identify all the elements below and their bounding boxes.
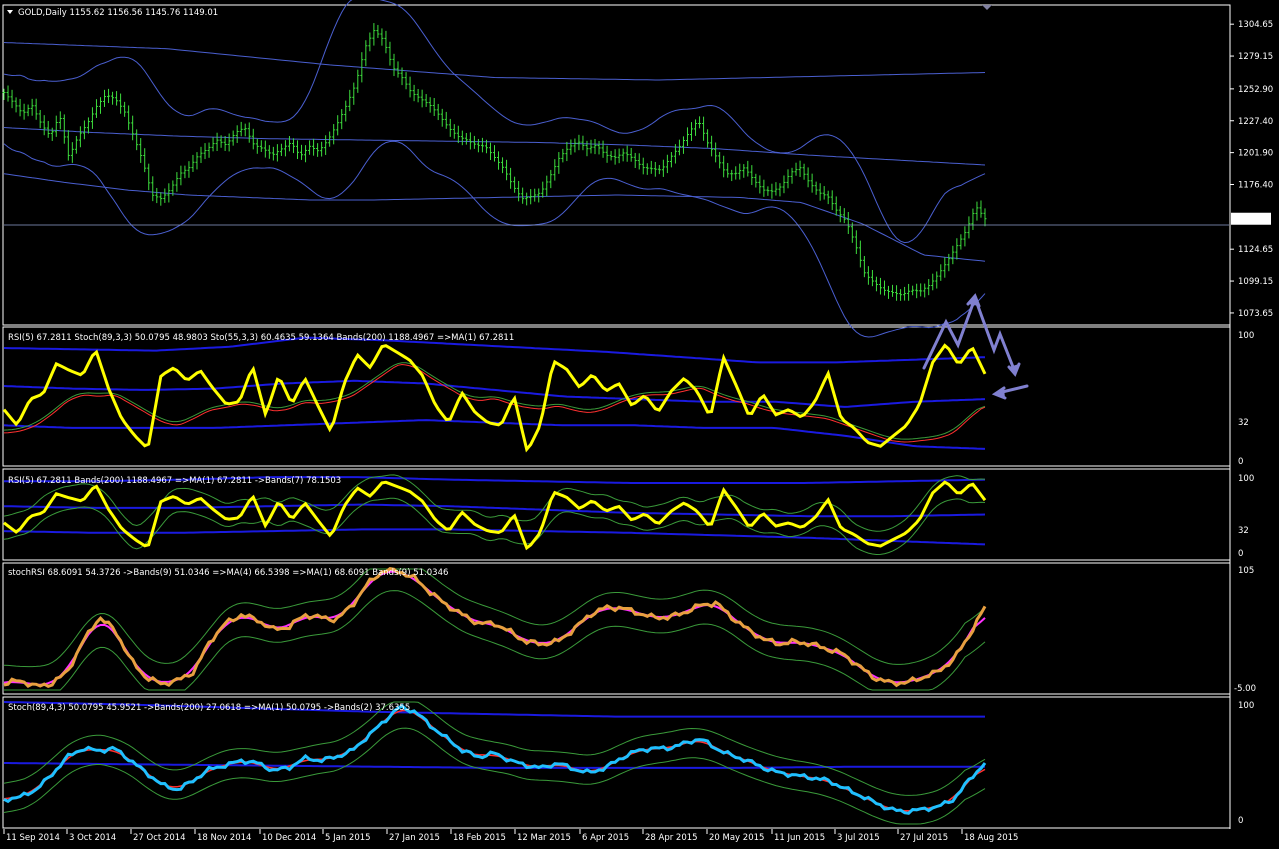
annotation-arrows	[922, 293, 1029, 400]
rsi2-axis-0: 0	[1238, 549, 1243, 559]
date-tick-label: 27 Oct 2014	[133, 833, 186, 843]
stoch-header: Stoch(89,4,3) 50.0795 45.9521 ->Bands(20…	[8, 703, 410, 713]
price-tick-label: 1279.15	[1238, 52, 1273, 62]
rsi-panel: RSI(5) 67.2811 Stoch(89,3,3) 50.0795 48.…	[2, 293, 1254, 467]
rsi2-axis-100: 100	[1238, 474, 1254, 484]
panel-frame-0	[2, 4, 1231, 326]
srsi-ma-line	[3, 570, 986, 686]
date-tick-label: 3 Jul 2015	[837, 833, 880, 843]
rsi2-header: RSI(5) 67.2811 Bands(200) 1188.4967 =>MA…	[8, 476, 341, 486]
price-tick-label: 1227.40	[1238, 117, 1273, 127]
price-tick-label: 1252.90	[1238, 85, 1273, 95]
date-tick-label: 12 Mar 2015	[517, 833, 571, 843]
date-tick-label: 3 Oct 2014	[69, 833, 116, 843]
current-price-label: 1149.01	[1234, 215, 1269, 225]
price-axis: 1304.65 1279.15 1252.90 1227.40 1201.90 1176.…	[1230, 20, 1273, 319]
price-candles	[2, 23, 987, 301]
main-header: GOLD,Daily 1155.62 1156.56 1145.76 1149.…	[18, 8, 218, 18]
upper-band	[3, 0, 986, 244]
date-tick-label: 18 Aug 2015	[964, 833, 1018, 843]
date-tick-label: 27 Jan 2015	[389, 833, 440, 843]
date-tick-label: 18 Nov 2014	[197, 833, 251, 843]
date-tick-label: 20 May 2015	[709, 833, 764, 843]
price-tick-label: 1124.65	[1238, 245, 1273, 255]
date-axis: 11 Sep 2014 3 Oct 2014 27 Oct 2014 18 Nov 2…	[3, 829, 1018, 843]
rsi-header: RSI(5) 67.2811 Stoch(89,3,3) 50.0795 48.…	[8, 333, 514, 343]
stochrsi-panel: stochRSI 68.6091 54.3726 ->Bands(9) 51.0…	[3, 566, 1256, 694]
scroll-marker-icon	[982, 5, 992, 10]
rsi-axis-0: 0	[1238, 457, 1243, 467]
rsi2-panel: RSI(5) 67.2811 Bands(200) 1188.4967 =>MA…	[3, 474, 1254, 559]
stoch-axis-0: 0	[1238, 816, 1243, 826]
stoch-mid-band	[4, 762, 985, 769]
long-upper-band	[3, 42, 986, 81]
dropdown-triangle-icon	[7, 10, 13, 14]
stoch-axis-100: 100	[1238, 701, 1254, 711]
rsi-axis-32: 32	[1238, 418, 1249, 428]
stochrsi-axis-low: -5.00	[1234, 684, 1256, 694]
arrowhead-down-icon	[1007, 362, 1021, 377]
srsi-line	[3, 567, 987, 689]
stoch-panel: Stoch(89,4,3) 50.0795 45.9521 ->Bands(20…	[3, 701, 1254, 826]
date-tick-label: 28 Apr 2015	[645, 833, 698, 843]
zigzag-arrow-down	[973, 296, 1017, 374]
lower-band	[3, 140, 986, 338]
price-tick-label: 1304.65	[1238, 20, 1273, 30]
rsi-axis-100: 100	[1238, 331, 1254, 341]
rsi2-env-lower	[3, 497, 986, 556]
date-tick-label: 18 Feb 2015	[453, 833, 506, 843]
date-tick-label: 27 Jul 2015	[900, 833, 948, 843]
stoch-main-line	[3, 704, 987, 815]
srsi-env-lower	[4, 590, 986, 691]
stochrsi-header: stochRSI 68.6091 54.3726 ->Bands(9) 51.0…	[8, 568, 448, 578]
price-tick-label: 1176.40	[1238, 181, 1273, 191]
price-tick-label: 1073.65	[1238, 309, 1273, 319]
date-tick-label: 6 Apr 2015	[582, 833, 629, 843]
pointer-arrowhead-icon	[991, 386, 1007, 400]
rsi2-axis-32: 32	[1238, 526, 1249, 536]
price-tick-label: 1099.15	[1238, 277, 1273, 287]
date-tick-label: 11 Jun 2015	[774, 833, 825, 843]
date-tick-label: 10 Dec 2014	[262, 833, 316, 843]
date-tick-label: 11 Sep 2014	[6, 833, 60, 843]
panel-frame-1	[2, 326, 1231, 467]
stochrsi-axis-105: 105	[1238, 566, 1254, 576]
trading-chart[interactable]: 1304.65 1279.15 1252.90 1227.40 1201.90 1176.…	[0, 0, 1279, 849]
date-tick-label: 5 Jan 2015	[325, 833, 371, 843]
envelope-lines	[3, 0, 986, 338]
price-tick-label: 1201.90	[1238, 149, 1273, 159]
price-panel: 1304.65 1279.15 1252.90 1227.40 1201.90 1176.…	[2, 0, 1273, 338]
